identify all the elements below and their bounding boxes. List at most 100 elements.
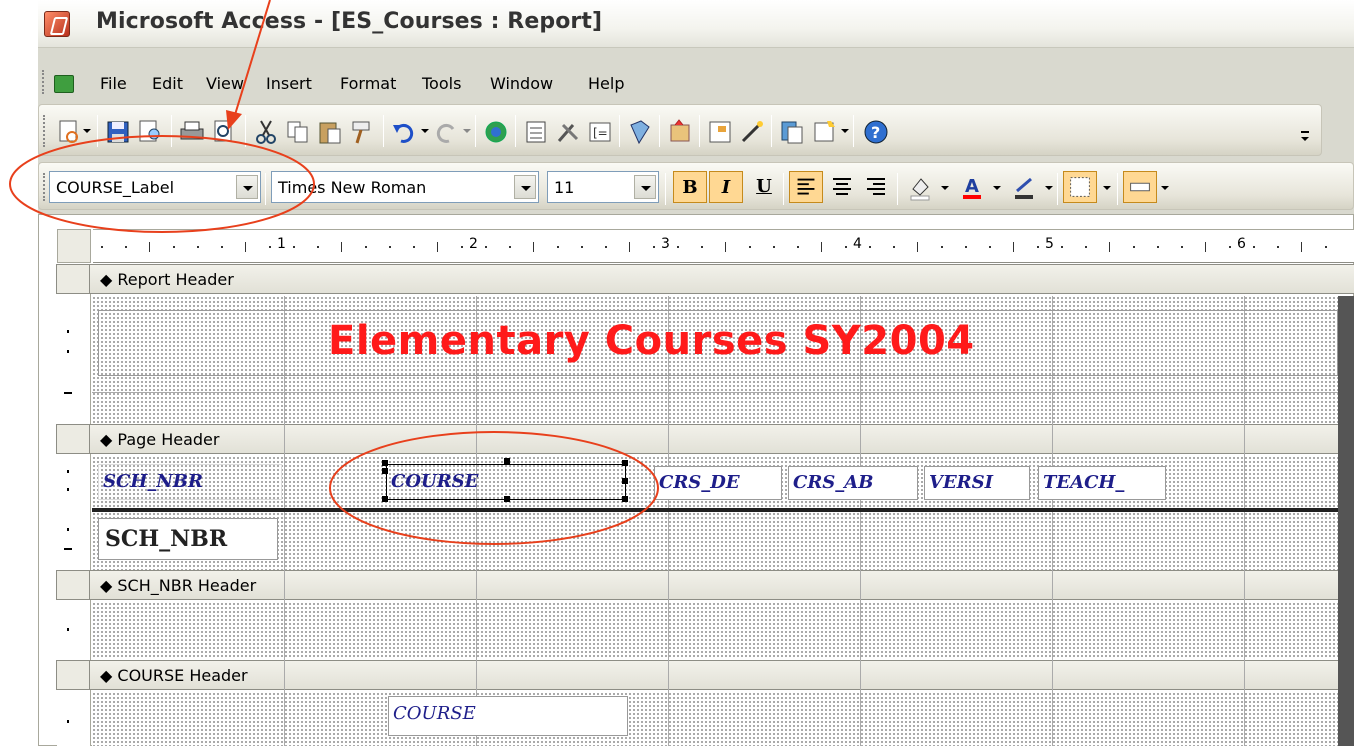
toolbar-grip[interactable] (43, 173, 47, 201)
chevron-down-icon[interactable] (236, 175, 258, 199)
menubar-grip[interactable] (42, 70, 46, 94)
selection-handle[interactable] (382, 496, 388, 502)
italic-button[interactable]: I (709, 171, 743, 203)
sch-nbr-header-selector[interactable] (56, 570, 90, 600)
ruler-tick (365, 246, 367, 248)
version-label[interactable]: VERSI (924, 466, 1030, 500)
selection-handle[interactable] (382, 460, 388, 466)
ruler-tick (629, 242, 630, 252)
wand-icon[interactable] (737, 117, 767, 147)
report-header-selector[interactable] (56, 264, 90, 294)
align-right-icon[interactable] (859, 171, 893, 203)
selection-handle[interactable] (622, 460, 628, 466)
font-color-icon[interactable]: A (955, 171, 989, 203)
font-size-selector[interactable]: 11 (547, 171, 659, 203)
ruler-mark (67, 720, 69, 723)
redo-dropdown-icon[interactable] (463, 129, 471, 133)
report-selector[interactable] (57, 229, 91, 263)
access-app-icon[interactable] (44, 11, 70, 37)
toolbar-grip[interactable] (43, 115, 47, 147)
sorting-grouping-icon[interactable] (553, 117, 583, 147)
align-left-icon[interactable] (789, 171, 823, 203)
page-header-line[interactable] (92, 508, 1338, 512)
special-effect-dropdown-icon[interactable] (1161, 186, 1169, 190)
line-color-dropdown-icon[interactable] (1045, 186, 1053, 190)
menu-insert[interactable]: Insert (266, 74, 312, 93)
crs-de-label[interactable]: CRS_DE (654, 466, 782, 500)
ruler-tick (965, 246, 967, 248)
sch-nbr-header-band[interactable]: ◆ SCH_NBR Header (90, 570, 1354, 600)
ruler-tick (413, 246, 415, 248)
font-name-selector[interactable]: Times New Roman (271, 171, 539, 203)
course-header-band[interactable]: ◆ COURSE Header (90, 660, 1354, 690)
sch-nbr-label[interactable]: SCH_NBR (98, 464, 282, 500)
autoformat-icon[interactable]: [= (585, 117, 615, 147)
menu-window[interactable]: Window (490, 74, 553, 93)
fill-color-dropdown-icon[interactable] (941, 186, 949, 190)
menu-file[interactable]: File (100, 74, 127, 93)
underline-button[interactable]: U (747, 171, 781, 203)
toolbar-options-icon[interactable] (1301, 131, 1309, 145)
help-icon[interactable]: ? (861, 117, 891, 147)
view-dropdown-icon[interactable] (83, 129, 91, 133)
report-header-band[interactable]: ◆ Report Header (90, 264, 1354, 294)
bold-button[interactable]: B (673, 171, 707, 203)
field-list-icon[interactable] (481, 117, 511, 147)
menu-help[interactable]: Help (588, 74, 624, 93)
menu-format[interactable]: Format (340, 74, 396, 93)
properties-icon[interactable] (665, 117, 695, 147)
undo-icon[interactable] (389, 117, 419, 147)
view-icon[interactable] (55, 117, 85, 147)
new-object-dropdown-icon[interactable] (841, 129, 849, 133)
selection-handle[interactable] (382, 468, 388, 474)
course-label-selected[interactable]: COURSE (386, 464, 626, 500)
new-object-icon[interactable] (809, 117, 839, 147)
page-header-selector[interactable] (56, 424, 90, 454)
cut-icon[interactable] (251, 117, 281, 147)
selection-handle[interactable] (622, 478, 628, 484)
align-center-icon[interactable] (825, 171, 859, 203)
sch-nbr-field[interactable]: SCH_NBR (98, 518, 278, 560)
fill-color-icon[interactable] (903, 171, 937, 203)
report-title[interactable]: Elementary Courses SY2004 (328, 318, 975, 364)
chevron-down-icon[interactable] (634, 175, 656, 199)
print-icon[interactable] (177, 117, 207, 147)
crs-ab-label[interactable]: CRS_AB (788, 466, 918, 500)
ruler-tick (1061, 246, 1063, 248)
menu-view[interactable]: View (206, 74, 244, 93)
chevron-down-icon[interactable] (514, 175, 536, 199)
sch-nbr-header-section[interactable] (92, 602, 1338, 658)
ruler-tick (317, 246, 319, 248)
build-icon[interactable] (705, 117, 735, 147)
object-selector[interactable]: COURSE_Label (49, 171, 261, 203)
teach-label[interactable]: TEACH_ (1038, 466, 1166, 500)
save-icon[interactable] (103, 117, 133, 147)
copy-icon[interactable] (283, 117, 313, 147)
menu-tools[interactable]: Tools (422, 74, 461, 93)
file-search-icon[interactable] (135, 117, 165, 147)
ruler-tick (917, 242, 918, 252)
paste-icon[interactable] (315, 117, 345, 147)
selection-handle[interactable] (504, 496, 510, 502)
page-header-band[interactable]: ◆ Page Header (90, 424, 1354, 454)
menu-edit[interactable]: Edit (152, 74, 183, 93)
course-field[interactable]: COURSE (388, 696, 628, 736)
toolbox-icon[interactable] (521, 117, 551, 147)
report-right-edge[interactable] (1338, 296, 1354, 746)
print-preview-icon[interactable] (209, 117, 239, 147)
course-header-section[interactable] (92, 692, 1338, 746)
access-menu-icon[interactable] (54, 75, 74, 93)
font-color-dropdown-icon[interactable] (993, 186, 1001, 190)
line-color-icon[interactable] (1007, 171, 1041, 203)
selection-handle[interactable] (504, 458, 510, 464)
database-window-icon[interactable] (777, 117, 807, 147)
format-painter-icon[interactable] (347, 117, 377, 147)
redo-icon[interactable] (431, 117, 461, 147)
code-icon[interactable] (625, 117, 655, 147)
line-width-icon[interactable] (1063, 171, 1097, 203)
line-width-dropdown-icon[interactable] (1103, 186, 1111, 190)
special-effect-icon[interactable] (1123, 171, 1157, 203)
undo-dropdown-icon[interactable] (421, 129, 429, 133)
course-header-selector[interactable] (56, 660, 90, 690)
selection-handle[interactable] (622, 496, 628, 502)
